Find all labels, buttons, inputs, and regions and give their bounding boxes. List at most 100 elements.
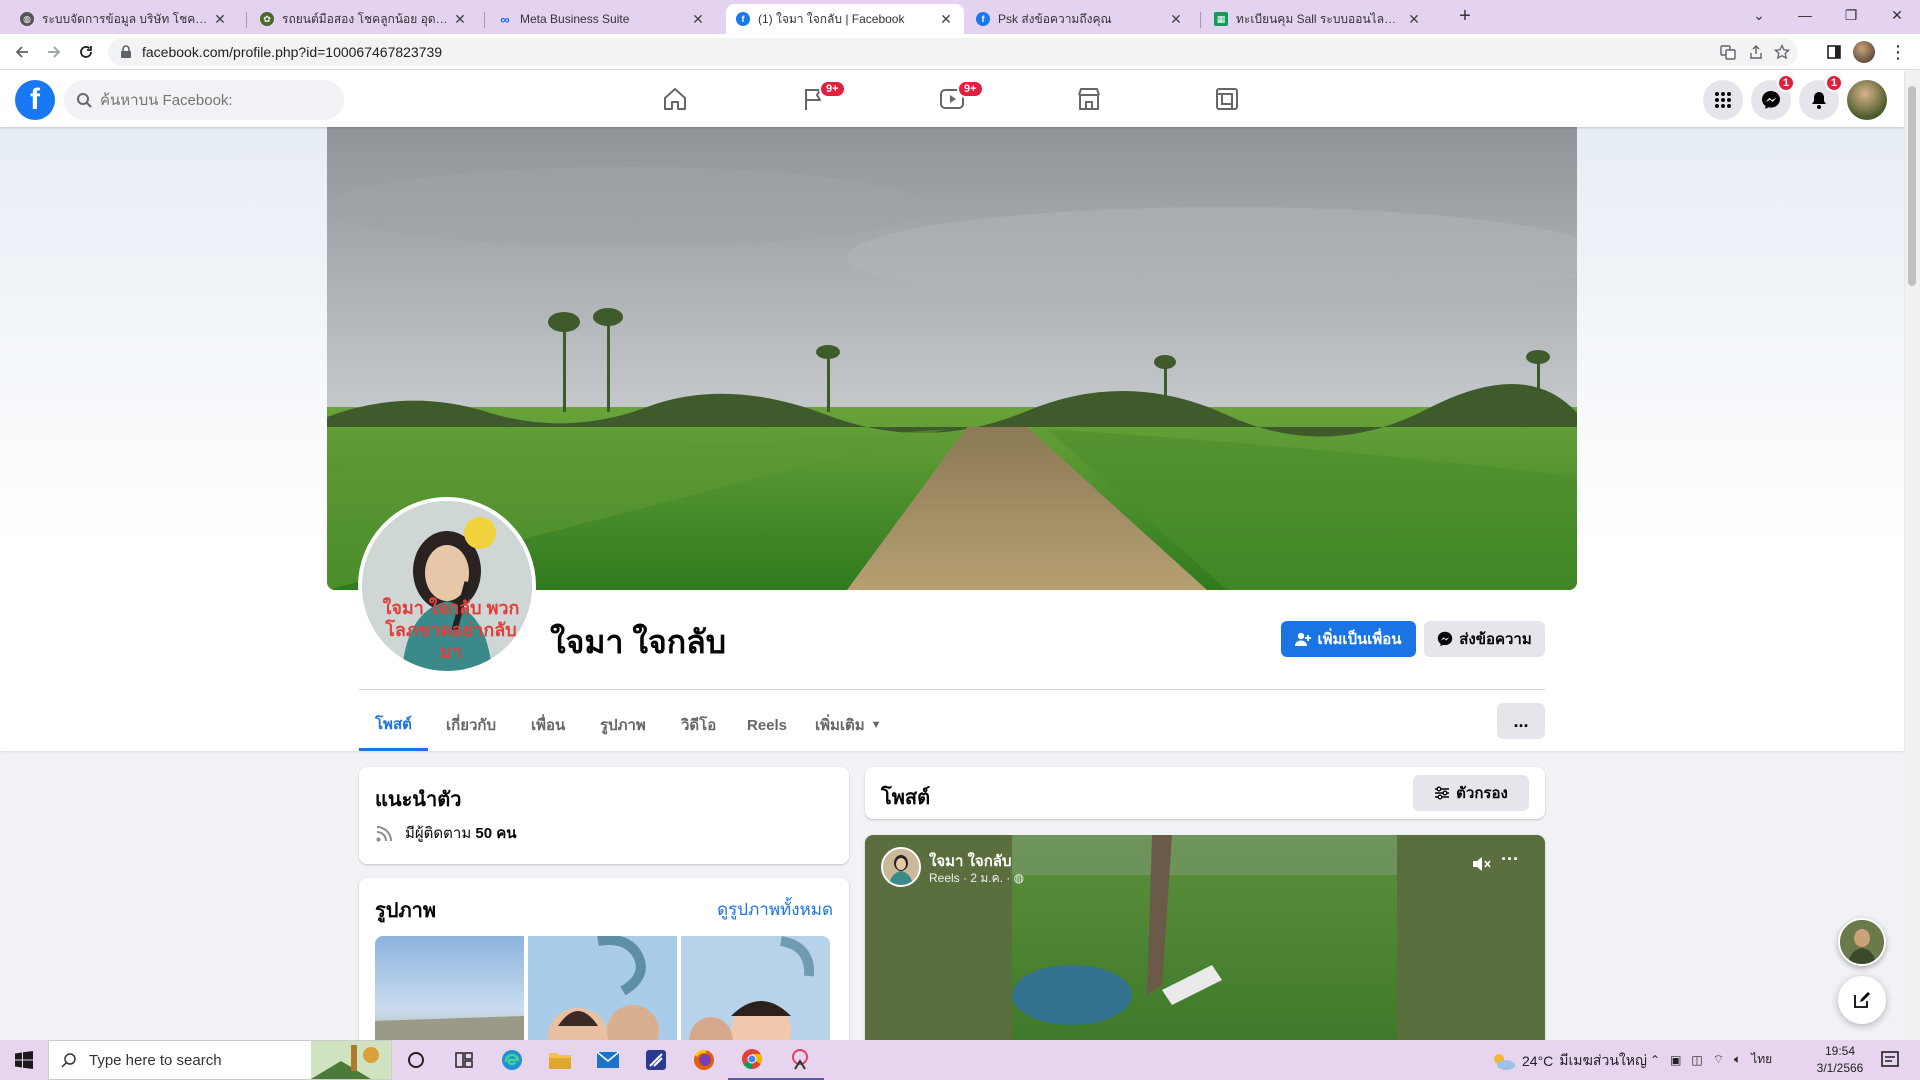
bell-icon [1812,92,1826,109]
close-tab-icon[interactable]: ✕ [212,11,228,28]
nav-watch[interactable]: 9+ [897,74,1007,123]
profile-avatar[interactable]: ใจมา ใจกลับ พวกโลภขาดอย่ากลับมา [358,497,536,675]
page-scrollbar[interactable] [1904,70,1920,1040]
back-arrow-icon[interactable] [10,40,34,64]
tab-title: Psk ส่งข้อความถึงคุณ [998,11,1112,26]
filter-button[interactable]: ตัวกรอง [1413,775,1529,811]
post-options-dots-icon[interactable]: ··· [1501,849,1519,870]
weather-widget[interactable]: 24°C มีเมฆส่วนใหญ่ [1490,1050,1647,1072]
new-message-button[interactable] [1838,976,1886,1024]
browser-tab-4-active[interactable]: f (1) ใจมา ใจกลับ | Facebook ✕ [726,4,964,34]
filter-sliders-icon [1435,786,1450,800]
see-all-photos-link[interactable]: ดูรูปภาพทั้งหมด [717,896,833,923]
scrollbar-thumb[interactable] [1908,86,1916,286]
send-message-button[interactable]: ส่งข้อความ [1424,621,1545,657]
browser-tab-3[interactable]: ∞ Meta Business Suite ✕ [488,4,716,34]
close-tab-icon[interactable]: ✕ [452,11,468,28]
messenger-button[interactable]: 1 [1751,74,1795,120]
nav-home[interactable] [620,74,730,123]
photos-title[interactable]: รูปภาพ [375,894,436,926]
nav-gaming[interactable] [1172,74,1282,123]
facebook-favicon-icon: f [976,12,990,26]
tab-search-icon[interactable]: ⌄ [1736,0,1782,30]
address-bar[interactable]: facebook.com/profile.php?id=100067467823… [108,38,1798,66]
bookmark-star-icon[interactable] [1774,44,1790,60]
share-icon[interactable] [1748,44,1764,60]
reel-author-avatar[interactable] [881,847,921,887]
account-avatar[interactable] [1847,80,1887,120]
reel-post-card[interactable]: ใจมา ใจกลับ Reels · 2 ม.ค. · ◍ ··· [865,835,1545,1040]
tab-posts[interactable]: โพสต์ [359,699,428,751]
close-tab-icon[interactable]: ✕ [1168,11,1184,28]
reload-icon[interactable] [74,40,98,64]
browser-tab-1[interactable]: ◍ ระบบจัดการข้อมูล บริษัท โชคลูกน้อย ✕ [10,4,238,34]
firefox-icon[interactable] [680,1040,728,1080]
tab-videos[interactable]: วิดีโอ [665,699,732,751]
close-window-button[interactable]: ✕ [1874,0,1920,30]
lock-icon [121,45,131,58]
input-language[interactable]: ไทย [1751,1050,1772,1069]
nav-pages[interactable]: 9+ [759,74,869,123]
followers-count[interactable]: 50 คน [475,825,516,842]
browser-tab-2[interactable]: ✿ รถยนต์มือสอง โชคลูกน้อย อุดรธานี ✕ [250,4,478,34]
forward-arrow-icon[interactable] [42,40,66,64]
posts-title: โพสต์ [881,787,931,809]
browser-tab-5[interactable]: f Psk ส่งข้อความถึงคุณ ✕ [966,4,1194,34]
new-tab-button[interactable]: + [1454,5,1476,27]
reel-meta-text[interactable]: Reels · 2 ม.ค. · [929,871,1014,885]
facebook-search[interactable] [64,80,344,120]
file-explorer-icon[interactable] [536,1040,584,1080]
facebook-search-input[interactable] [100,80,330,120]
chat-contact-avatar[interactable] [1838,918,1886,966]
side-panel-icon[interactable] [1822,40,1846,64]
taskbar-search-box[interactable]: Type here to search [48,1040,392,1080]
mute-speaker-icon[interactable] [1471,855,1491,873]
app-icon[interactable] [632,1040,680,1080]
globe-icon: ◍ [20,12,34,26]
volume-icon[interactable]: 🔈︎ [1734,1052,1741,1067]
home-icon [664,87,686,110]
tab-label: เพิ่มเติม [815,717,865,734]
windows-start-button[interactable] [0,1040,48,1080]
tab-title: ทะเบียนคุม Sall ระบบออนไลน์.xlsx - G [1236,11,1402,26]
tab-title: รถยนต์มือสอง โชคลูกน้อย อุดรธานี [282,11,448,26]
notifications-button[interactable]: 1 [1799,74,1843,120]
tab-more[interactable]: เพิ่มเติม ▼ [799,699,898,751]
cortana-icon[interactable] [392,1040,440,1080]
menu-grid-button[interactable] [1703,80,1743,120]
url-text[interactable]: facebook.com/profile.php?id=100067467823… [142,44,442,60]
cover-photo[interactable] [327,127,1577,590]
nav-marketplace[interactable] [1034,74,1144,123]
facebook-logo[interactable]: f [15,80,55,120]
close-tab-icon[interactable]: ✕ [1406,11,1422,28]
tab-photos[interactable]: รูปภาพ [584,699,662,751]
profile-more-button[interactable]: ... [1497,703,1545,739]
weather-desc: มีเมฆส่วนใหญ่ [1559,1052,1647,1068]
system-clock[interactable]: 19:54 3/1/2566 [1810,1043,1870,1077]
task-view-icon[interactable] [440,1040,488,1080]
meet-now-icon[interactable]: ▣ [1670,1053,1681,1067]
tab-about[interactable]: เกี่ยวกับ [430,699,512,751]
edge-browser-icon[interactable] [488,1040,536,1080]
restore-button[interactable]: ❐ [1828,0,1874,30]
tab-reels[interactable]: Reels [731,699,803,751]
snipping-tool-icon[interactable] [776,1040,824,1080]
network-icon[interactable]: ◫ [1691,1053,1702,1067]
wifi-icon[interactable]: ⌔ [1713,1052,1724,1067]
browser-tab-6[interactable]: ▦ ทะเบียนคุม Sall ระบบออนไลน์.xlsx - G ✕ [1204,4,1432,34]
more-dots-icon: ... [1513,710,1529,731]
chevron-up-icon[interactable]: ⌃ [1650,1053,1660,1067]
chrome-icon[interactable] [728,1040,776,1080]
tab-friends[interactable]: เพื่อน [515,699,581,751]
tab-label: รูปภาพ [600,717,646,734]
profile-avatar-icon[interactable] [1852,40,1876,64]
close-tab-icon[interactable]: ✕ [690,11,706,28]
reel-video[interactable] [1012,835,1397,1040]
add-friend-button[interactable]: เพิ่มเป็นเพื่อน [1281,621,1416,657]
translate-icon[interactable] [1720,44,1736,60]
minimize-button[interactable]: — [1782,0,1828,30]
action-center-icon[interactable] [1880,1050,1900,1070]
browser-menu-icon[interactable]: ⋮ [1886,40,1910,64]
close-tab-icon[interactable]: ✕ [938,11,954,28]
mail-icon[interactable] [584,1040,632,1080]
